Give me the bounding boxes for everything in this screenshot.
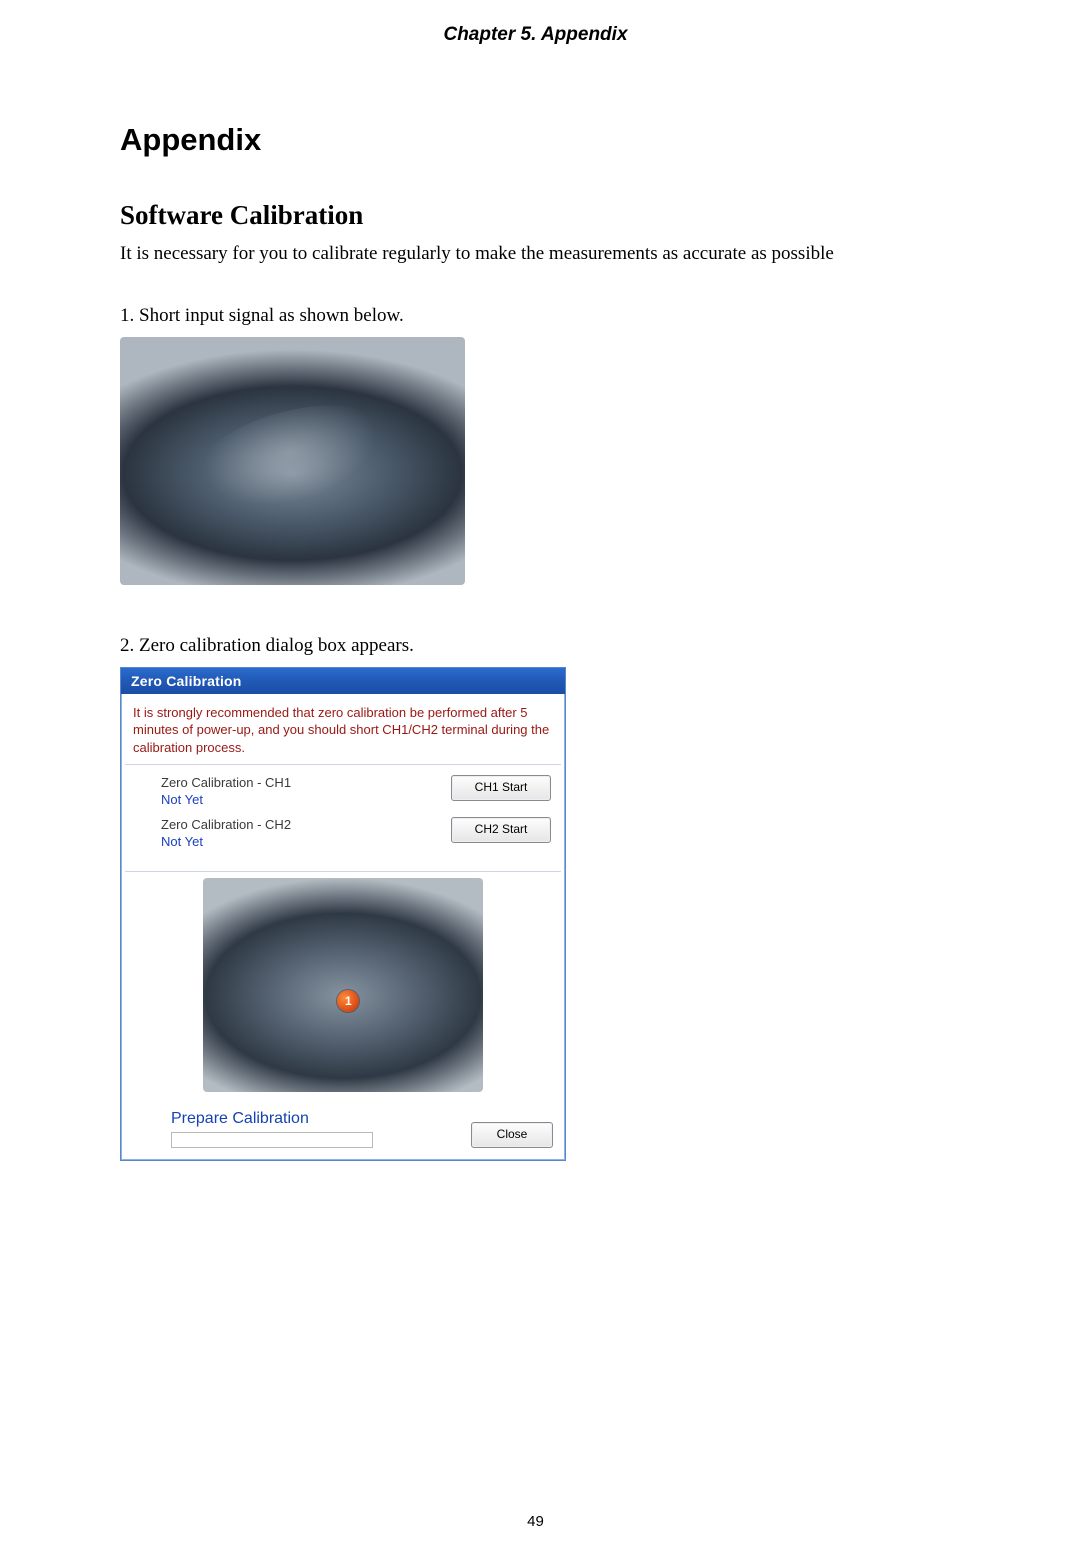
calibration-row-ch1: Zero Calibration - CH1 Not Yet CH1 Start: [161, 775, 551, 807]
ch2-start-button[interactable]: CH2 Start: [451, 817, 551, 843]
chapter-header: Chapter 5. Appendix: [120, 24, 951, 46]
ch2-status: Not Yet: [161, 834, 291, 849]
ch1-status: Not Yet: [161, 792, 291, 807]
prepare-calibration-label: Prepare Calibration: [171, 1110, 373, 1128]
callout-marker-icon: 1: [337, 990, 359, 1012]
step-2-text: 2. Zero calibration dialog box appears.: [120, 635, 951, 657]
section-title: Software Calibration: [120, 200, 951, 231]
dialog-instructions: It is strongly recommended that zero cal…: [133, 704, 553, 757]
calibration-row-ch2: Zero Calibration - CH2 Not Yet CH2 Start: [161, 817, 551, 849]
calibration-progress-bar: [171, 1132, 373, 1148]
ch1-label: Zero Calibration - CH1: [161, 775, 291, 790]
zero-calibration-dialog: Zero Calibration It is strongly recommen…: [120, 667, 566, 1162]
device-photo: [120, 337, 465, 585]
ch2-label: Zero Calibration - CH2: [161, 817, 291, 832]
page-number: 49: [0, 1513, 1071, 1530]
close-button[interactable]: Close: [471, 1122, 553, 1148]
step-1-text: 1. Short input signal as shown below.: [120, 305, 951, 327]
intro-text: It is necessary for you to calibrate reg…: [120, 241, 951, 267]
page-title: Appendix: [120, 122, 951, 158]
device-preview-image: 1: [203, 878, 483, 1092]
dialog-titlebar: Zero Calibration: [121, 668, 565, 694]
ch1-start-button[interactable]: CH1 Start: [451, 775, 551, 801]
